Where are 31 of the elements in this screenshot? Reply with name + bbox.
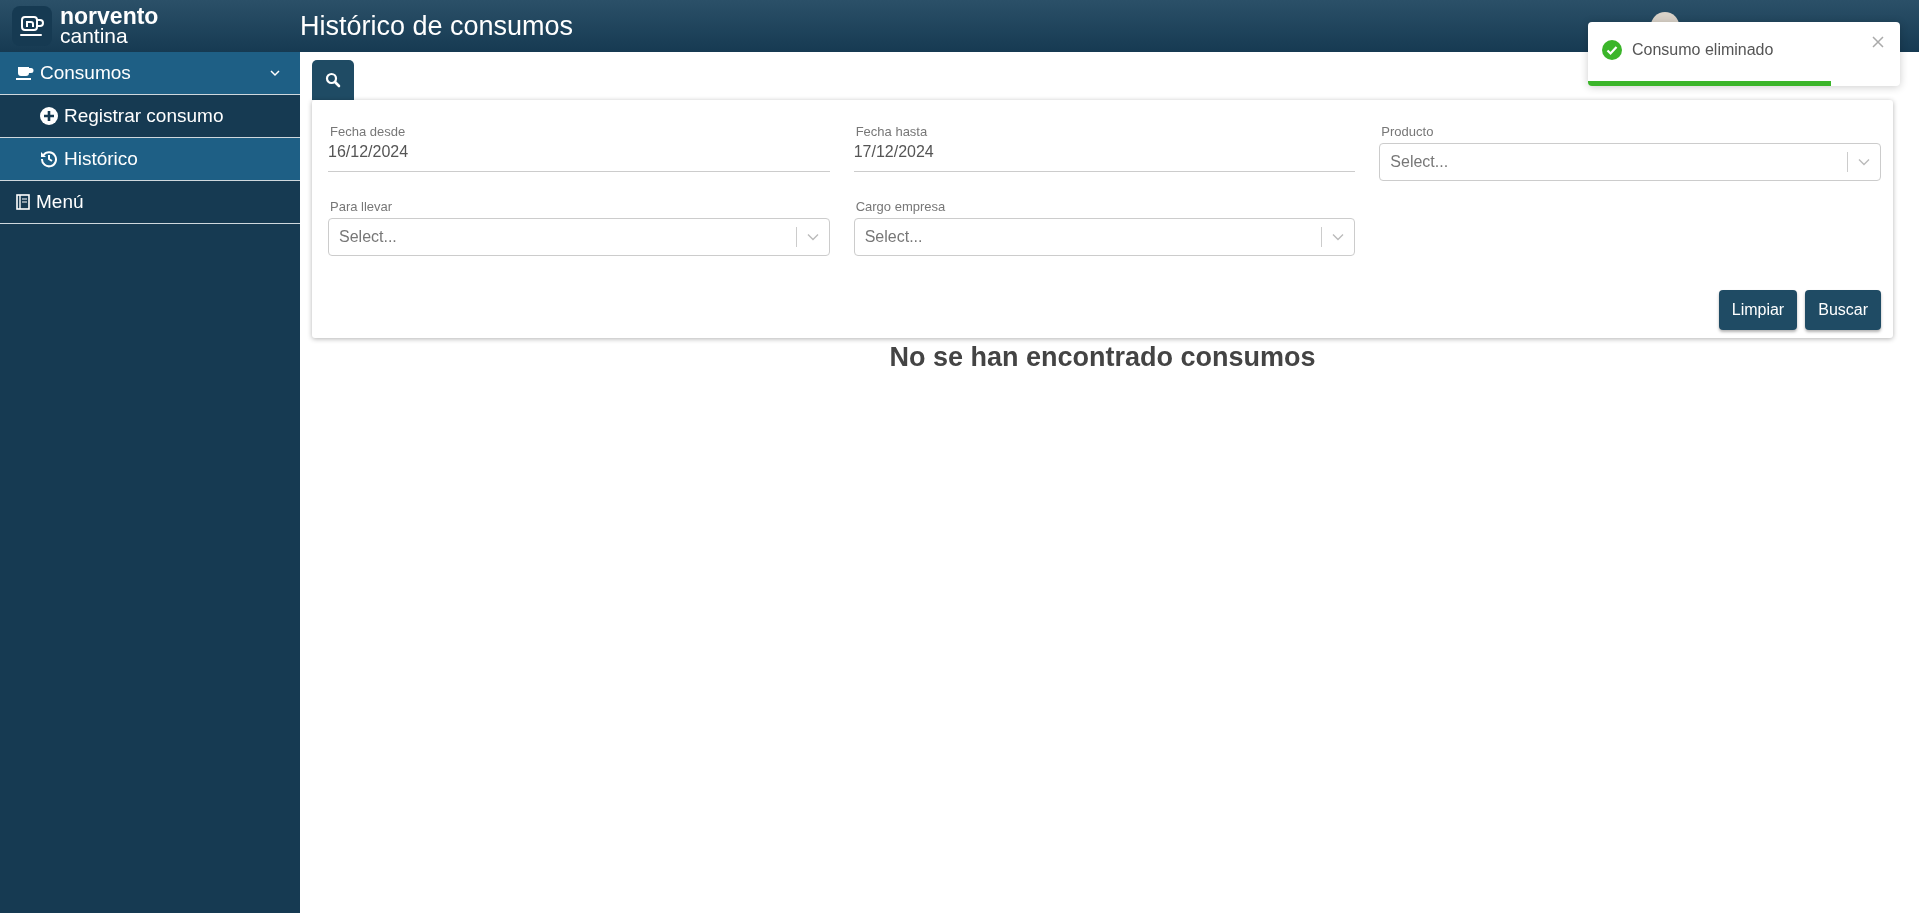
chevron-icon xyxy=(806,233,819,241)
search-button[interactable] xyxy=(312,60,354,100)
chevron-icon xyxy=(1858,158,1870,166)
page-title: Histórico de consumos xyxy=(300,10,575,42)
field-label: Fecha desde xyxy=(329,124,407,139)
date-field[interactable]: 17/12/2024 xyxy=(853,143,1356,172)
action-button[interactable]: Buscar xyxy=(1805,290,1881,330)
select-field[interactable]: Select... xyxy=(328,218,830,256)
select-field[interactable]: Select... xyxy=(853,218,1356,256)
cup-logo-icon xyxy=(12,6,52,46)
history-icon xyxy=(40,150,58,168)
toast-message: Consumo eliminado xyxy=(1632,41,1775,59)
sidebar-item[interactable]: Consumos xyxy=(0,52,300,95)
field-label: Producto xyxy=(1380,124,1435,139)
brand-name: norvento xyxy=(60,7,159,26)
brand-subtitle: cantina xyxy=(60,26,129,45)
field-label: Para llevar xyxy=(329,199,394,214)
chevron-icon xyxy=(1332,233,1345,241)
field-label: Cargo empresa xyxy=(854,199,947,214)
sidebar-item[interactable]: Menú xyxy=(0,181,300,224)
cup-icon xyxy=(16,66,34,80)
action-button[interactable]: Limpiar xyxy=(1718,290,1798,330)
check-circle-icon xyxy=(1602,40,1622,60)
search-icon xyxy=(325,72,341,88)
select-field[interactable]: Select... xyxy=(1379,143,1881,181)
plus-circle-icon xyxy=(40,107,58,125)
book-icon xyxy=(16,194,30,210)
empty-message: No se han encontrado consumos xyxy=(888,342,1317,373)
sidebar-item[interactable]: Histórico xyxy=(0,138,300,181)
field-label: Fecha hasta xyxy=(854,124,929,139)
date-field[interactable]: 16/12/2024 xyxy=(328,143,830,172)
